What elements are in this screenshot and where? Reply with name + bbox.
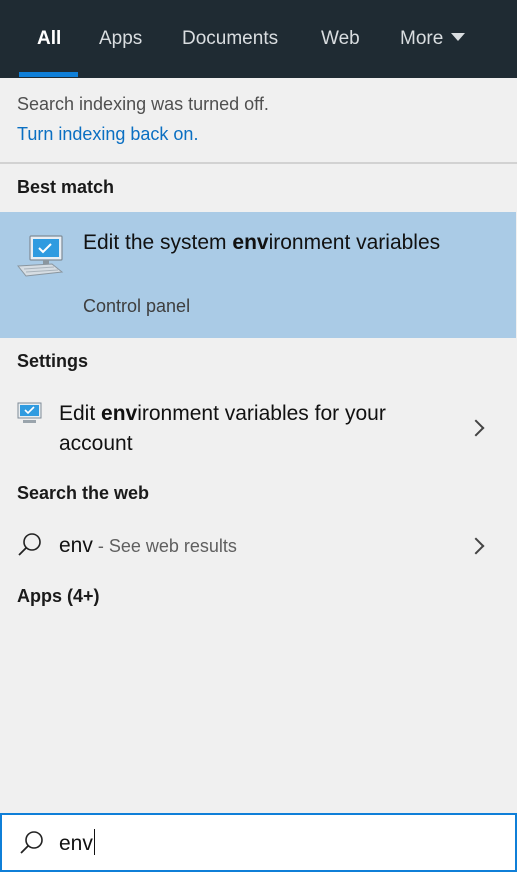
monitor-settings-icon bbox=[17, 402, 42, 423]
chevron-right-icon bbox=[467, 419, 485, 437]
tab-all[interactable]: All bbox=[37, 24, 61, 54]
web-result-label: env - See web results bbox=[59, 531, 237, 561]
tab-web[interactable]: Web bbox=[321, 24, 360, 54]
turn-indexing-on-link[interactable]: Turn indexing back on. bbox=[17, 124, 198, 145]
tab-more[interactable]: More bbox=[400, 24, 466, 54]
web-query: env bbox=[59, 534, 93, 557]
caret-down-icon bbox=[451, 33, 466, 41]
settings-item-label: Edit environment variables for your acco… bbox=[59, 402, 386, 455]
apps-heading[interactable]: Apps (4+) bbox=[17, 586, 100, 607]
search-icon bbox=[20, 831, 43, 854]
search-input-value: env bbox=[59, 832, 93, 855]
best-match-subtitle: Control panel bbox=[83, 296, 191, 316]
search-input[interactable]: env bbox=[59, 829, 96, 858]
search-box[interactable]: env bbox=[0, 813, 517, 872]
tab-apps[interactable]: Apps bbox=[99, 24, 142, 54]
search-icon bbox=[18, 533, 41, 556]
indexing-notice: Search indexing was turned off. bbox=[17, 94, 269, 114]
best-match-heading: Best match bbox=[17, 177, 115, 197]
active-tab-indicator bbox=[19, 72, 78, 77]
chevron-right-icon bbox=[467, 537, 485, 555]
text-cursor bbox=[93, 829, 96, 855]
system-environment-icon bbox=[17, 235, 64, 277]
tab-documents[interactable]: Documents bbox=[182, 24, 278, 54]
search-tab-bar: All Apps Documents Web More bbox=[0, 0, 517, 78]
settings-heading: Settings bbox=[17, 351, 89, 371]
web-result[interactable]: env - See web results bbox=[0, 528, 516, 564]
search-web-heading: Search the web bbox=[17, 483, 150, 503]
best-match-title: Edit the system environment variables bbox=[83, 231, 441, 254]
best-match-result[interactable]: Edit the system environment variables Co… bbox=[0, 212, 516, 338]
web-hint: - See web results bbox=[92, 536, 237, 556]
settings-result[interactable]: Edit environment variables for your acco… bbox=[0, 397, 516, 463]
search-panel: All Apps Documents Web More Search index… bbox=[0, 0, 517, 872]
divider bbox=[0, 162, 517, 164]
tab-more-label: More bbox=[400, 28, 444, 49]
